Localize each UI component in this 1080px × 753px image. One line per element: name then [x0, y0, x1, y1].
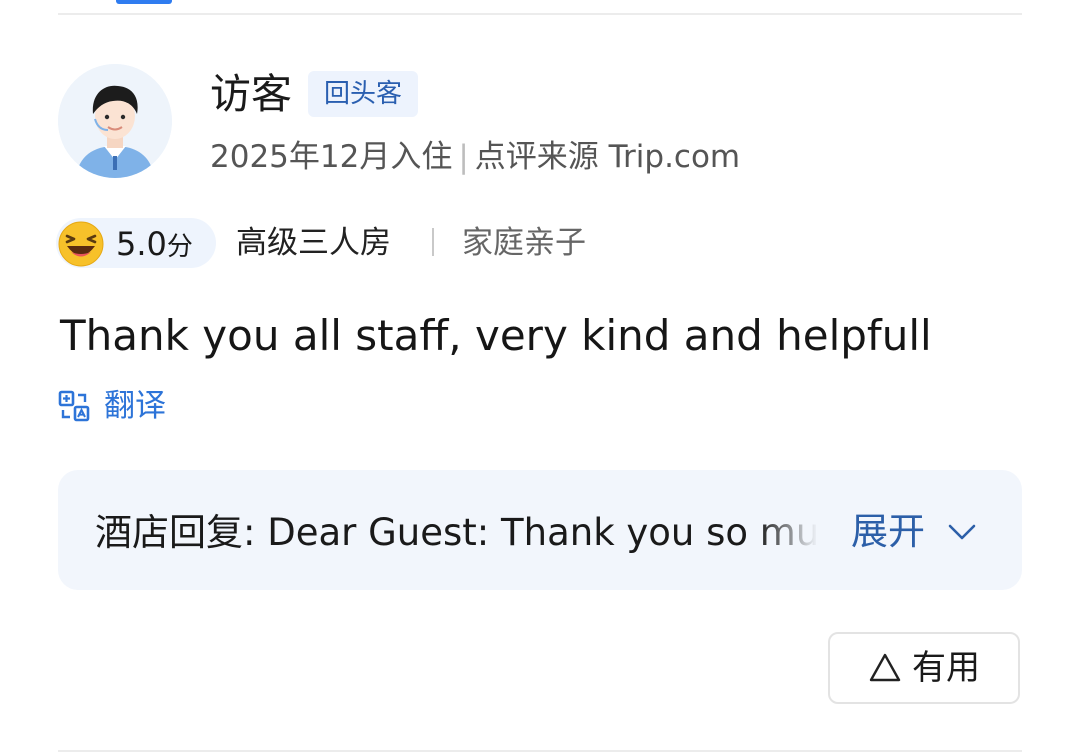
translate-button[interactable]: 翻译: [58, 386, 166, 426]
review-meta: 2025年12月入住 | 点评来源 Trip.com: [210, 136, 740, 178]
rating-value: 5.0: [116, 225, 167, 263]
expand-label: 展开: [851, 510, 925, 553]
reply-fade: [758, 508, 818, 558]
chevron-down-icon: [948, 524, 976, 540]
hotel-reply-text: 酒店回复: Dear Guest: Thank you so much: [95, 511, 817, 554]
avatar[interactable]: [58, 64, 172, 178]
helpful-button[interactable]: 有用: [828, 632, 1020, 704]
translate-label: 翻译: [104, 388, 166, 424]
returning-guest-badge: 回头客: [308, 71, 418, 117]
room-type: 高级三人房: [236, 225, 391, 261]
thumbs-up-outline-icon: [869, 653, 901, 682]
rating-unit: 分: [166, 232, 193, 262]
default-user-avatar: [58, 64, 172, 178]
meta-separator: |: [458, 139, 469, 175]
bottom-divider: [58, 750, 1022, 752]
rating-score: 5.0分: [116, 222, 193, 269]
review-card: 访客 回头客 2025年12月入住 | 点评来源 Trip.com 5.0分 高级三…: [0, 0, 1080, 753]
helpful-label: 有用: [912, 648, 980, 688]
hotel-reply-box[interactable]: 酒店回复: Dear Guest: Thank you so much 展开: [58, 470, 1022, 590]
trip-type: 家庭亲子: [462, 225, 586, 261]
tag-separator: [432, 228, 434, 256]
username: 访客: [210, 70, 292, 118]
translate-icon: [58, 390, 90, 422]
laughing-face-icon: [58, 221, 104, 267]
tab-indicator: [116, 0, 172, 4]
review-source: 点评来源 Trip.com: [474, 139, 741, 175]
expand-reply-button[interactable]: 展开: [851, 506, 979, 558]
top-divider: [58, 13, 1022, 15]
stay-date: 2025年12月入住: [210, 139, 453, 175]
review-text: Thank you all staff, very kind and helpf…: [60, 311, 932, 360]
